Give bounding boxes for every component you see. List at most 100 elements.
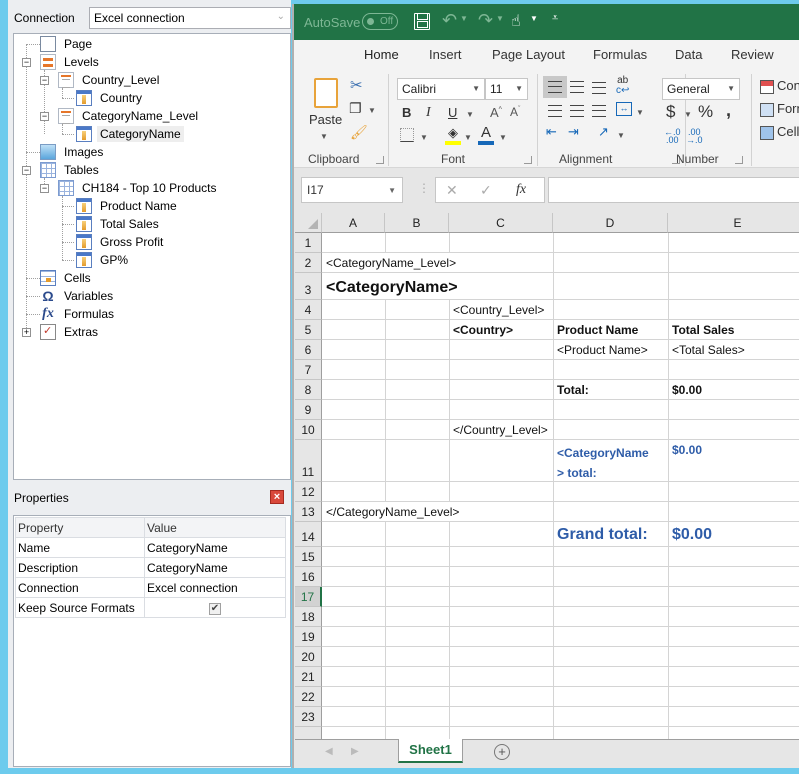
comma-style-icon[interactable]: , — [726, 100, 731, 121]
sheet-tab[interactable]: Sheet1 — [398, 739, 463, 763]
row-header[interactable]: 1 — [295, 233, 322, 253]
cell-e11[interactable]: $0.00 — [669, 440, 799, 481]
row-header[interactable]: 11 — [295, 440, 322, 482]
number-launcher-icon[interactable] — [735, 156, 743, 164]
tree-item-gp-pct[interactable]: GP% — [76, 251, 131, 269]
collapse-categoryname-level-toggle[interactable]: − — [40, 112, 49, 121]
underline-dropdown-icon[interactable]: ▼ — [466, 110, 474, 119]
percent-icon[interactable]: % — [698, 102, 713, 122]
currency-dropdown-icon[interactable]: ▼ — [684, 110, 692, 119]
tree-item-gross-profit[interactable]: Gross Profit — [76, 233, 166, 251]
tree-item-total-sales[interactable]: Total Sales — [76, 215, 162, 233]
paste-dropdown-icon[interactable]: ▼ — [320, 132, 328, 141]
row-header[interactable]: 19 — [295, 627, 322, 647]
select-all-button[interactable] — [295, 213, 322, 233]
row-header[interactable]: 18 — [295, 607, 322, 627]
property-row[interactable]: Keep Source Formats ✔ — [15, 597, 286, 618]
cut-icon[interactable]: ✂ — [350, 76, 363, 94]
tab-review[interactable]: Review — [731, 47, 774, 62]
property-row[interactable]: Name CategoryName — [15, 537, 286, 558]
row-header[interactable]: 13 — [295, 502, 322, 522]
cancel-icon[interactable]: ✕ — [446, 182, 458, 199]
number-format-select[interactable]: General ▼ — [662, 78, 740, 100]
undo-dropdown-icon[interactable]: ▼ — [460, 14, 468, 23]
paste-icon[interactable] — [314, 78, 338, 108]
row-header[interactable]: 6 — [295, 340, 322, 360]
cell-d5[interactable]: Product Name — [554, 320, 668, 339]
property-value[interactable]: CategoryName — [144, 557, 286, 578]
column-header[interactable]: D — [553, 213, 668, 233]
cell-d6[interactable]: <Product Name> — [554, 340, 668, 359]
property-row[interactable]: Connection Excel connection — [15, 577, 286, 598]
decrease-font-size-button[interactable]: Aˇ — [510, 105, 520, 119]
tab-formulas[interactable]: Formulas — [593, 47, 647, 62]
formula-input[interactable] — [548, 177, 799, 203]
cell-d14[interactable]: Grand total: — [554, 522, 668, 546]
add-sheet-icon[interactable]: + — [494, 744, 510, 760]
column-header[interactable]: E — [668, 213, 799, 233]
tree-item-images[interactable]: Images — [40, 143, 106, 161]
align-left-icon[interactable] — [548, 105, 562, 117]
tree-item-page[interactable]: Page — [40, 35, 95, 53]
cell-c4[interactable]: <Country_Level> — [450, 300, 544, 319]
cell-e5[interactable]: Total Sales — [669, 320, 799, 339]
undo-icon[interactable]: ↶ — [442, 10, 457, 31]
cell-e6[interactable]: <Total Sales> — [669, 340, 799, 359]
increase-indent-icon[interactable]: ⇥ — [568, 124, 579, 140]
name-box[interactable]: I17 ▼ — [301, 177, 403, 203]
drag-handle-icon[interactable]: ⋮ — [418, 181, 430, 195]
tree-item-categoryname[interactable]: CategoryName — [76, 125, 184, 143]
row-header[interactable]: 2 — [295, 253, 322, 273]
collapse-tables-toggle[interactable]: − — [22, 166, 31, 175]
paste-button[interactable]: Paste — [309, 112, 342, 127]
scroll-sheets-right-icon[interactable]: ▶ — [351, 746, 359, 757]
redo-dropdown-icon[interactable]: ▼ — [496, 14, 504, 23]
bold-button[interactable]: B — [402, 105, 411, 120]
font-size-select[interactable]: 11 ▼ — [485, 78, 528, 100]
underline-button[interactable]: U — [448, 105, 457, 120]
tree-item-extras[interactable]: Extras — [40, 323, 101, 341]
tree-item-formulas[interactable]: fx Formulas — [40, 305, 117, 323]
insert-function-icon[interactable]: fx — [516, 182, 526, 198]
cell-c5[interactable]: <Country> — [450, 320, 553, 339]
property-value[interactable]: Excel connection — [144, 577, 286, 598]
touch-mode-icon[interactable]: ☝ — [511, 11, 521, 31]
cell-a3[interactable]: <CategoryName> — [323, 273, 553, 299]
cell-d8[interactable]: Total: — [554, 380, 668, 399]
collapse-table-toggle[interactable]: − — [40, 184, 49, 193]
format-as-table-button[interactable]: Form — [777, 101, 799, 116]
collapse-country-level-toggle[interactable]: − — [40, 76, 49, 85]
borders-icon[interactable] — [400, 128, 414, 142]
tree-item-categoryname-level[interactable]: CategoryName_Level — [58, 107, 201, 125]
conditional-formatting-icon[interactable] — [760, 80, 774, 94]
tab-home[interactable]: Home — [362, 47, 401, 71]
copy-dropdown-icon[interactable]: ▼ — [368, 106, 376, 115]
row-header[interactable]: 12 — [295, 482, 322, 502]
cell-d11[interactable]: <CategoryName > total: — [554, 440, 668, 481]
align-center-icon[interactable] — [570, 105, 584, 117]
merge-dropdown-icon[interactable]: ▼ — [636, 108, 644, 117]
bottom-align-icon[interactable] — [592, 82, 606, 94]
redo-icon[interactable]: ↷ — [478, 10, 493, 31]
wrap-text-icon[interactable]: ab c↩ — [616, 76, 629, 96]
copy-icon[interactable]: ❐ — [349, 100, 362, 117]
row-header[interactable]: 14 — [295, 522, 322, 547]
row-header[interactable]: 16 — [295, 567, 322, 587]
font-color-dropdown-icon[interactable]: ▼ — [499, 133, 507, 142]
row-header[interactable]: 4 — [295, 300, 322, 320]
row-header[interactable]: 9 — [295, 400, 322, 420]
keep-source-formats-checkbox[interactable]: ✔ — [209, 603, 221, 615]
row-header[interactable]: 7 — [295, 360, 322, 380]
cell-a13[interactable]: </CategoryName_Level> — [323, 502, 553, 521]
tree-item-country-level[interactable]: Country_Level — [58, 71, 162, 89]
enter-icon[interactable]: ✓ — [480, 182, 492, 199]
middle-align-icon[interactable] — [570, 81, 584, 93]
row-header[interactable] — [295, 727, 322, 739]
column-header[interactable]: A — [322, 213, 385, 233]
column-header[interactable]: C — [449, 213, 553, 233]
property-row[interactable]: Description CategoryName — [15, 557, 286, 578]
format-as-table-icon[interactable] — [760, 103, 774, 117]
cell-c10[interactable]: </Country_Level> — [450, 420, 548, 439]
row-header[interactable]: 23 — [295, 707, 322, 727]
connection-select[interactable]: Excel connection ⌄ — [89, 7, 291, 29]
